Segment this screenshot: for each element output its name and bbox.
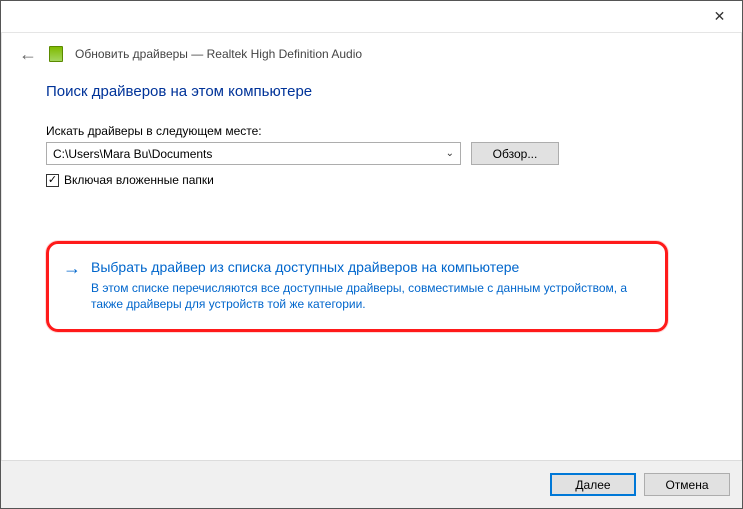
check-icon: ✓ [48,175,57,186]
search-path-label: Искать драйверы в следующем месте: [46,124,697,138]
pick-from-list-option[interactable]: → Выбрать драйвер из списка доступных др… [46,241,668,332]
arrow-right-icon: → [63,258,81,313]
close-icon: ✕ [714,8,726,25]
path-combobox[interactable]: C:\Users\Mara Bu\Documents ⌄ [46,142,461,165]
option-title: Выбрать драйвер из списка доступных драй… [91,258,647,276]
chevron-down-icon: ⌄ [446,148,454,159]
cancel-button[interactable]: Отмена [644,473,730,496]
path-value: C:\Users\Mara Bu\Documents [53,147,212,161]
page-heading: Поиск драйверов на этом компьютере [46,83,697,100]
option-description: В этом списке перечисляются все доступны… [91,280,647,312]
close-button[interactable]: ✕ [697,1,742,33]
dialog-footer: Далее Отмена [1,460,742,508]
include-subfolders-row: ✓ Включая вложенные папки [46,173,697,187]
option-text: Выбрать драйвер из списка доступных драй… [91,258,647,313]
device-icon [49,46,63,62]
include-subfolders-label: Включая вложенные папки [64,173,214,187]
breadcrumb-text: Обновить драйверы — Realtek High Definit… [75,47,362,61]
content-area: Поиск драйверов на этом компьютере Искат… [1,71,742,460]
back-arrow-icon[interactable]: ← [19,45,37,63]
breadcrumb-row: ← Обновить драйверы — Realtek High Defin… [1,33,742,71]
dialog-window: ✕ ← Обновить драйверы — Realtek High Def… [0,0,743,509]
browse-button[interactable]: Обзор... [471,142,559,165]
next-button[interactable]: Далее [550,473,636,496]
titlebar: ✕ [1,1,742,33]
include-subfolders-checkbox[interactable]: ✓ [46,174,59,187]
path-row: C:\Users\Mara Bu\Documents ⌄ Обзор... [46,142,697,165]
